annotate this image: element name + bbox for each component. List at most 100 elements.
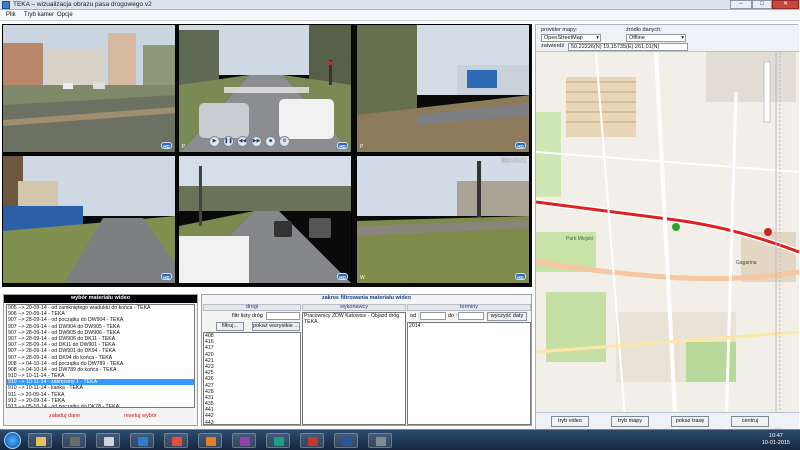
maximize-button[interactable]: □ <box>752 0 772 9</box>
close-button[interactable]: ✕ <box>772 0 799 9</box>
minimize-button[interactable]: – <box>730 0 752 9</box>
roads-header: drogi <box>203 304 301 311</box>
contractor-item[interactable]: TEKA <box>303 319 405 325</box>
app-icon <box>2 1 10 9</box>
filter-panel: zakres filtrowania materiału wideo drogi… <box>201 294 532 426</box>
camera-1-frame <box>3 25 175 152</box>
stop-icon[interactable]: ■ <box>265 136 276 147</box>
coord-label: zatwierdź <box>541 43 565 49</box>
taskbar-chrome-icon[interactable] <box>164 433 188 448</box>
hd-badge[interactable]: HD <box>161 142 172 149</box>
forward-icon[interactable]: ▶▶ <box>251 136 262 147</box>
center-button[interactable]: centruj <box>731 416 769 427</box>
pause-icon[interactable]: ❚❚ <box>223 136 234 147</box>
clock-time: 10:47 <box>769 433 783 439</box>
taskbar-ie-icon[interactable] <box>130 433 154 448</box>
map-view[interactable]: Gagarina Park Miejski <box>536 52 799 430</box>
menu-tryb-kamer[interactable]: Tryb kamer <box>24 12 54 18</box>
material-title: wybór materiału wideo <box>4 295 197 303</box>
camera-3-frame <box>357 25 529 152</box>
camera-6-frame <box>357 156 529 283</box>
street-label: Gagarina <box>736 260 757 266</box>
show-all-button[interactable]: pokaż wszystkie ... <box>252 322 300 331</box>
camera-timestamp: 2014-11-11 <box>501 158 526 164</box>
source-select[interactable]: Offline <box>626 34 686 42</box>
system-clock[interactable]: 10:47 10-01-2015 <box>762 433 790 447</box>
rewind-icon[interactable]: ◀◀ <box>237 136 248 147</box>
camera-view-6[interactable]: 2014-11-11 W HD <box>356 155 530 284</box>
source-label: źródło danych: <box>626 27 662 33</box>
camera-5-frame <box>179 156 351 283</box>
taskbar-app3-icon[interactable] <box>368 433 392 448</box>
park-label: Park Miejski <box>566 236 593 242</box>
camera-view-2[interactable]: ▶ ❚❚ ◀◀ ▶▶ ■ ⚙ P HD <box>178 24 352 153</box>
contractors-list[interactable]: Pracownicy ZDW Katowice - Objazd dróg TEK… <box>302 312 406 425</box>
window-title: TEKA – wizualizacja obrazu pasa drogoweg… <box>13 1 152 8</box>
video-mode-button[interactable]: tryb video <box>551 416 589 427</box>
filter-button[interactable]: filtruj... <box>216 322 244 331</box>
filter-title: zakres filtrowania materiału wideo <box>321 295 412 301</box>
title-bar: TEKA – wizualizacja obrazu pasa drogoweg… <box>0 0 800 10</box>
camera-view-1[interactable]: HD <box>2 24 176 153</box>
taskbar-explorer-icon[interactable] <box>28 433 52 448</box>
menu-plik[interactable]: Plik <box>6 12 16 18</box>
clock-date: 10-01-2015 <box>761 440 790 446</box>
material-item[interactable]: 913 --> 05-10-14 - od początku do DK78 -… <box>7 404 194 407</box>
roads-list[interactable]: 408 416 417 420 421 423 425 426 427 428 431 435 441 4… <box>203 332 301 425</box>
contractor-item[interactable]: Pracownicy ZDW Katowice - Objazd dróg <box>303 313 405 319</box>
clear-dates-button[interactable]: wyczyść daty <box>487 312 527 321</box>
map-buttons: tryb video tryb mapy pokaż trasę centruj <box>536 412 799 428</box>
taskbar-app-icon[interactable] <box>232 433 256 448</box>
taskbar-word-icon[interactable] <box>334 433 358 448</box>
video-grid: HD ▶ ❚❚ ◀◀ ▶▶ ■ ⚙ P HD P HD HD HD 2014-1… <box>2 24 532 287</box>
provider-label: provider mapy: <box>541 27 578 33</box>
taskbar-files-icon[interactable] <box>96 433 120 448</box>
camera-view-5[interactable]: HD <box>178 155 352 284</box>
material-list[interactable]: 905 --> 20-09-14 - od zamkniętego wiaduk… <box>6 304 195 408</box>
dates-header: terminy <box>407 304 531 311</box>
camera-view-3[interactable]: P HD <box>356 24 530 153</box>
year-item[interactable]: 2014 <box>408 323 530 329</box>
end-marker <box>764 228 772 236</box>
provider-select[interactable]: OpenStreetMap <box>541 34 601 42</box>
taskbar-firefox-icon[interactable] <box>198 433 222 448</box>
taskbar-pdf-icon[interactable] <box>300 433 324 448</box>
menu-opcje[interactable]: Opcje <box>57 12 73 18</box>
camera-4-frame <box>3 156 175 283</box>
camera-view-4[interactable]: HD <box>2 155 176 284</box>
load-data-link[interactable]: załaduj dane <box>49 413 80 419</box>
camera-label: P <box>360 144 364 150</box>
map-controls: provider mapy: OpenStreetMap źródło dany… <box>536 25 799 52</box>
map-mode-button[interactable]: tryb mapy <box>611 416 649 427</box>
date-from-input[interactable] <box>420 312 446 320</box>
playback-controls: ▶ ❚❚ ◀◀ ▶▶ ■ ⚙ <box>209 136 290 148</box>
roads-filter-label: filtr listy dróg <box>232 313 263 319</box>
reset-selection-link[interactable]: resetuj wybór <box>124 413 157 419</box>
taskbar-media-icon[interactable] <box>62 433 86 448</box>
menu-bar: Plik Tryb kamer Opcje <box>0 10 800 21</box>
map-panel: provider mapy: OpenStreetMap źródło dany… <box>535 24 799 430</box>
hd-badge[interactable]: HD <box>161 273 172 280</box>
camera-label: W <box>360 275 365 281</box>
taskbar-app2-icon[interactable] <box>266 433 290 448</box>
date-to-label: do : <box>448 313 458 319</box>
show-route-button[interactable]: pokaż trasę <box>671 416 709 427</box>
start-marker <box>672 223 680 231</box>
road-item[interactable]: 443 <box>204 420 300 424</box>
dates-list[interactable]: 2014 <box>407 322 531 425</box>
date-from-label: od : <box>410 313 420 319</box>
play-icon[interactable]: ▶ <box>209 136 220 147</box>
date-to-input[interactable] <box>458 312 484 320</box>
hd-badge[interactable]: HD <box>515 142 526 149</box>
camera-2-frame <box>179 25 351 152</box>
settings-icon[interactable]: ⚙ <box>279 136 290 147</box>
start-button[interactable] <box>4 432 21 449</box>
camera-label: P <box>182 144 186 150</box>
roads-filter-input[interactable] <box>266 312 300 320</box>
hd-badge[interactable]: HD <box>337 273 348 280</box>
contractors-header: wykonawcy <box>302 304 406 311</box>
coordinates-field[interactable]: 50,22226(N) 19,15735(E) 261,01(N) <box>568 43 688 51</box>
hd-badge[interactable]: HD <box>337 142 348 149</box>
hd-badge[interactable]: HD <box>515 273 526 280</box>
taskbar: 10:47 10-01-2015 <box>0 429 800 450</box>
